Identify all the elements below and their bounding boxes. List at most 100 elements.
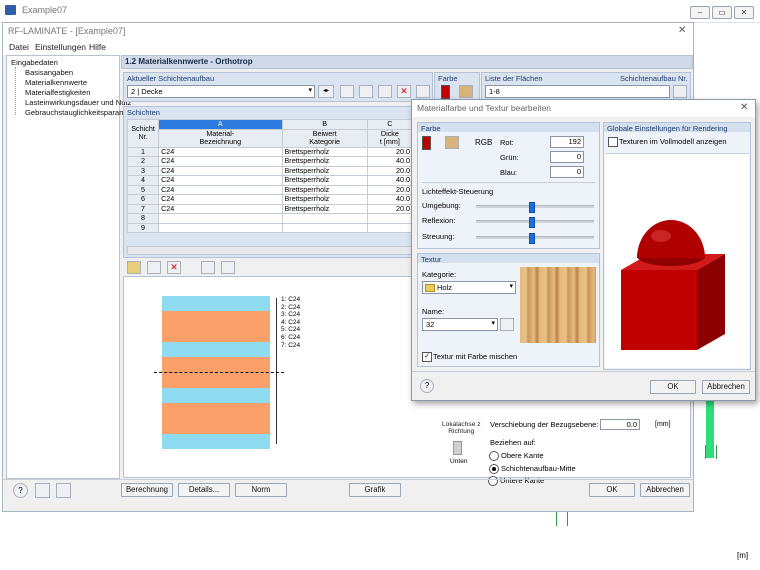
reflection-slider[interactable]: [476, 217, 594, 228]
palette-icon[interactable]: [445, 136, 459, 149]
category-cell[interactable]: Brettsperrholz: [281, 203, 368, 214]
export-icon[interactable]: [56, 483, 71, 498]
import-icon[interactable]: [35, 483, 50, 498]
green-input[interactable]: 0: [550, 151, 584, 163]
maximize-button[interactable]: ▭: [712, 6, 732, 19]
reflection-slider-thumb[interactable]: [529, 217, 536, 228]
tree-item-materialkennwerte[interactable]: Materialkennwerte: [25, 78, 87, 87]
layer-band: [162, 387, 270, 404]
material-cell[interactable]: C24: [158, 146, 283, 157]
category-select[interactable]: Holz ▾: [422, 281, 516, 294]
close-icon[interactable]: ✕: [678, 25, 686, 36]
layer-band: [162, 341, 270, 358]
radio-bottom-edge[interactable]: [488, 476, 498, 486]
material-cell[interactable]: [158, 222, 283, 233]
minimize-button[interactable]: –: [690, 6, 710, 19]
blue-input[interactable]: 0: [550, 166, 584, 178]
red-input[interactable]: 192: [550, 136, 584, 148]
category-cell[interactable]: [281, 213, 368, 224]
shift-input[interactable]: 0.0: [600, 419, 640, 430]
delete-row-icon[interactable]: ✕: [167, 261, 181, 274]
ambient-slider[interactable]: [476, 202, 594, 213]
menu-hilfe[interactable]: Hilfe: [89, 42, 106, 52]
name-select[interactable]: 32 ▾: [422, 318, 498, 331]
surface-list-field[interactable]: 1-8: [485, 85, 670, 98]
thickness-cell[interactable]: 40.0: [366, 175, 414, 186]
menu-datei[interactable]: Datei: [9, 42, 29, 52]
table-row[interactable]: 2 C24 Brettsperrholz 40.0: [126, 156, 414, 167]
material-cell[interactable]: C24: [158, 194, 283, 205]
grafik-button[interactable]: Grafik: [349, 483, 401, 497]
thickness-cell[interactable]: [366, 213, 414, 224]
menu-einstellungen[interactable]: Einstellungen: [35, 42, 86, 52]
open-icon[interactable]: [127, 261, 141, 274]
material-cell[interactable]: C24: [158, 156, 283, 167]
radio-top-edge[interactable]: [489, 451, 499, 461]
close-window-button[interactable]: ✕: [734, 6, 754, 19]
help-icon[interactable]: ?: [13, 483, 28, 498]
popup-cancel-button[interactable]: Abbrechen: [702, 380, 750, 394]
select-surfaces-icon[interactable]: [673, 85, 687, 98]
category-cell[interactable]: [281, 222, 368, 233]
tree-root-eingabedaten[interactable]: Eingabedaten: [11, 58, 58, 67]
palette-icon[interactable]: [459, 85, 473, 98]
radio-layup-middle[interactable]: [489, 464, 499, 474]
tree-item-basisangaben[interactable]: Basisangaben: [25, 68, 73, 77]
mix-texture-checkbox[interactable]: ✓: [422, 352, 432, 362]
texture-library-icon[interactable]: [500, 318, 514, 331]
app-icon: [5, 5, 16, 15]
category-cell[interactable]: Brettsperrholz: [281, 175, 368, 186]
tree-item-gebrauchstauglichkeit[interactable]: Gebrauchstauglichkeitsparamet: [25, 108, 132, 117]
thickness-cell[interactable]: [366, 222, 414, 233]
cancel-button[interactable]: Abbrechen: [640, 483, 690, 497]
popup-ok-button[interactable]: OK: [650, 380, 696, 394]
material-icon[interactable]: [221, 261, 235, 274]
save-icon[interactable]: [147, 261, 161, 274]
material-cell[interactable]: C24: [158, 203, 283, 214]
table-row[interactable]: 8: [126, 213, 414, 224]
col-letter-a[interactable]: A: [158, 119, 283, 130]
material-color-swatch[interactable]: [441, 85, 450, 99]
ambient-slider-thumb[interactable]: [529, 202, 536, 213]
color-preview-swatch[interactable]: [422, 136, 431, 150]
category-cell[interactable]: Brettsperrholz: [281, 194, 368, 205]
thickness-cell[interactable]: 40.0: [366, 194, 414, 205]
window-titlebar: Example07 – ▭ ✕: [0, 0, 760, 23]
import-layup-icon[interactable]: [416, 85, 430, 98]
color-group: Farbe: [434, 72, 480, 102]
table-row[interactable]: 9: [126, 222, 414, 233]
thickness-cell[interactable]: 40.0: [366, 156, 414, 167]
material-cell[interactable]: C24: [158, 165, 283, 176]
tree-item-lasteinwirkungsdauer[interactable]: Lasteinwirkungsdauer und Nutz: [25, 98, 131, 107]
material-cell[interactable]: [158, 213, 283, 224]
tree-item-materialfestigkeiten[interactable]: Materialfestigkeiten: [25, 88, 90, 97]
close-icon[interactable]: ✕: [740, 102, 748, 113]
material-cell[interactable]: C24: [158, 175, 283, 186]
table-row[interactable]: 7 C24 Brettsperrholz 20.0: [126, 203, 414, 214]
help-icon[interactable]: ?: [420, 379, 434, 393]
diffusion-slider-thumb[interactable]: [529, 233, 536, 244]
col-letter-c[interactable]: C: [366, 119, 414, 130]
horizontal-scrollbar[interactable]: [127, 246, 415, 255]
col-letter-b[interactable]: B: [281, 119, 368, 130]
details-button[interactable]: Details...: [178, 483, 230, 497]
copy-layup-icon[interactable]: [359, 85, 373, 98]
new-layup-icon[interactable]: [340, 85, 354, 98]
table-row[interactable]: 6 C24 Brettsperrholz 40.0: [126, 194, 414, 205]
mix-texture-label: Textur mit Farbe mischen: [433, 352, 518, 361]
layup-combo[interactable]: 2 | Decke ▾: [127, 85, 315, 98]
norm-button[interactable]: Norm: [235, 483, 287, 497]
ok-button[interactable]: OK: [589, 483, 635, 497]
diffusion-slider[interactable]: [476, 233, 594, 244]
blue-value: 0: [576, 167, 581, 176]
show-textures-checkbox[interactable]: [608, 137, 618, 147]
category-cell[interactable]: Brettsperrholz: [281, 156, 368, 167]
prev-next-arrows[interactable]: ◂▸: [318, 85, 334, 98]
thickness-cell[interactable]: 20.0: [366, 203, 414, 214]
table-row[interactable]: 4 C24 Brettsperrholz 40.0: [126, 175, 414, 186]
library-icon[interactable]: [201, 261, 215, 274]
delete-layup-icon[interactable]: ✕: [397, 85, 411, 98]
berechnung-button[interactable]: Berechnung: [121, 483, 173, 497]
material-cell[interactable]: C24: [158, 184, 283, 195]
edit-layup-icon[interactable]: [378, 85, 392, 98]
